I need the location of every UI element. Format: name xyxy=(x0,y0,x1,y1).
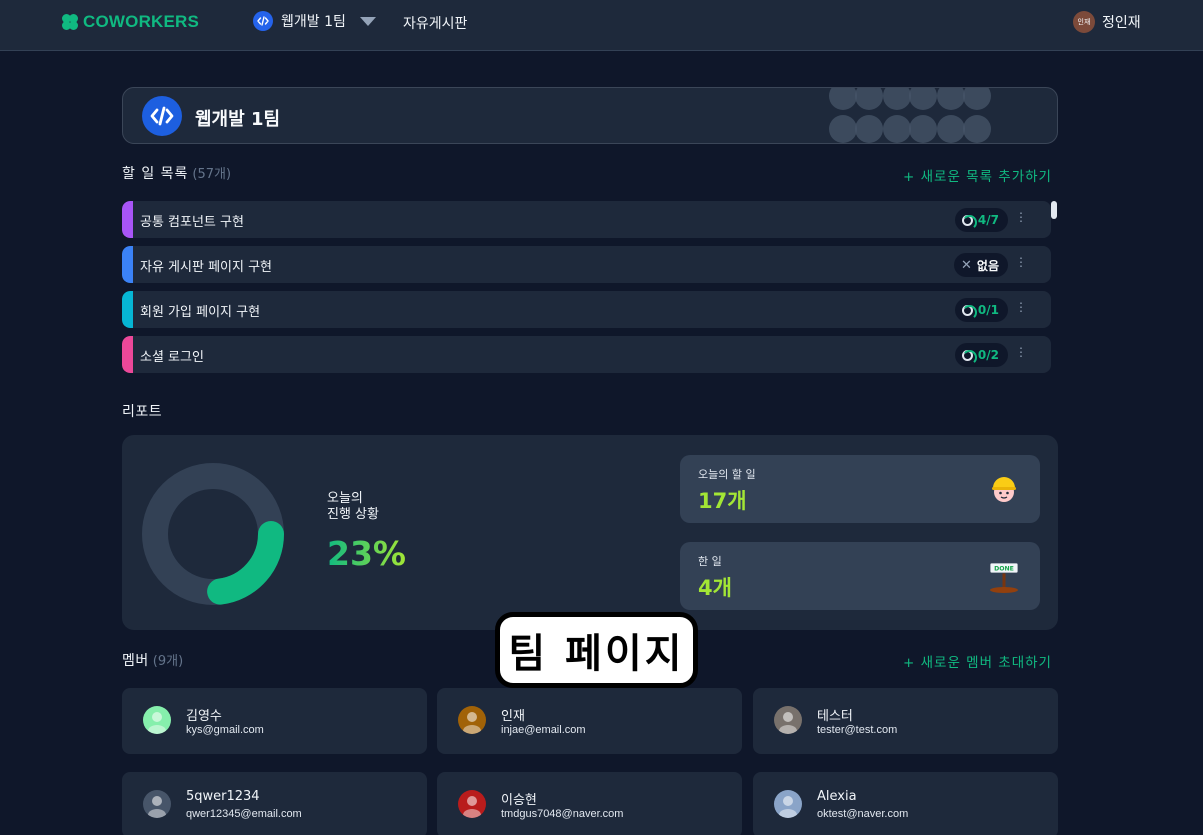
members-title: 멤버 xyxy=(122,653,149,669)
task-list-scrollbar[interactable] xyxy=(1051,201,1057,219)
task-label: 공통 컴포넌트 구현 xyxy=(140,215,244,230)
task-list-item[interactable]: 공통 컴포넌트 구현 4/7 ⋮ xyxy=(122,201,1051,238)
today-tasks-card: 오늘의 할 일 17개 xyxy=(680,455,1040,523)
code-icon xyxy=(253,11,273,31)
team-name: 웹개발 1팀 xyxy=(281,14,346,30)
member-card[interactable]: 테스터 tester@test.com xyxy=(753,688,1058,754)
team-selector[interactable]: 웹개발 1팀 xyxy=(253,11,376,31)
brand-name: COWORKERS xyxy=(83,12,200,31)
task-progress-text: 없음 xyxy=(976,258,999,273)
avatar: 인재 xyxy=(1073,11,1095,33)
progress-label-line2: 진행 상황 xyxy=(327,507,379,522)
member-email: tmdgus7048@naver.com xyxy=(501,808,624,820)
task-label: 자유 게시판 페이지 구현 xyxy=(140,260,272,275)
task-progress-badge: 4/7 xyxy=(954,208,1008,232)
progress-ring-icon xyxy=(961,304,977,320)
close-icon: ✕ xyxy=(961,257,972,273)
task-progress-badge: ✕ 없음 xyxy=(954,253,1008,277)
avatar xyxy=(774,706,802,734)
page-title: 웹개발 1팀 xyxy=(195,109,281,130)
task-label: 회원 가입 페이지 구현 xyxy=(140,305,261,320)
task-list-heading: 할 일 목록 (57개) xyxy=(122,163,231,183)
progress-label-line1: 오늘의 xyxy=(327,491,363,506)
top-nav: COWORKERS 웹개발 1팀 자유게시판 인재 정인재 xyxy=(0,0,1203,51)
code-icon xyxy=(142,96,182,136)
progress-percent: 23% xyxy=(327,533,447,581)
task-progress-badge: 0/2 xyxy=(954,343,1008,367)
done-tasks-label: 한 일 xyxy=(698,555,722,568)
report-heading: 리포트 xyxy=(122,404,163,420)
member-card[interactable]: 5qwer1234 qwer12345@email.com xyxy=(122,772,427,835)
more-options-icon[interactable]: ⋮ xyxy=(1015,256,1027,268)
member-card[interactable]: Alexia oktest@naver.com xyxy=(753,772,1058,835)
done-sign-icon: DONE xyxy=(989,562,1019,593)
invite-member-button[interactable]: + 새로운 멤버 초대하기 xyxy=(903,651,1052,671)
team-header-card: 웹개발 1팀 xyxy=(122,87,1058,144)
member-email: qwer12345@email.com xyxy=(186,808,302,820)
done-tasks-value: 4개 xyxy=(698,576,732,600)
free-board-link[interactable]: 자유게시판 xyxy=(403,13,467,33)
today-tasks-label: 오늘의 할 일 xyxy=(698,468,756,481)
more-options-icon[interactable]: ⋮ xyxy=(1015,346,1027,358)
task-list-count: (57개) xyxy=(192,167,232,182)
member-email: tester@test.com xyxy=(817,724,898,736)
member-name: 김영수 xyxy=(186,709,222,724)
task-progress-text: 0/1 xyxy=(977,303,999,317)
progress-percent-text: 23% xyxy=(327,534,406,573)
task-list-item[interactable]: 회원 가입 페이지 구현 0/1 ⋮ xyxy=(122,291,1051,328)
members-heading: 멤버 (9개) xyxy=(122,650,183,670)
task-color-bar xyxy=(122,291,133,328)
avatar xyxy=(458,706,486,734)
member-email: oktest@naver.com xyxy=(817,808,909,820)
task-progress-text: 4/7 xyxy=(977,213,999,227)
svg-text:23%: 23% xyxy=(327,534,406,573)
member-name: 테스터 xyxy=(817,709,853,724)
progress-donut xyxy=(142,463,284,605)
task-list-item[interactable]: 소셜 로그인 0/2 ⋮ xyxy=(122,336,1051,373)
member-card[interactable]: 인재 injae@email.com xyxy=(437,688,742,754)
done-tasks-card: 한 일 4개 DONE xyxy=(680,542,1040,610)
today-tasks-value: 17개 xyxy=(698,489,747,513)
member-card[interactable]: 김영수 kys@gmail.com xyxy=(122,688,427,754)
member-name: 인재 xyxy=(501,709,525,724)
user-menu[interactable]: 인재 정인재 xyxy=(1073,11,1141,33)
task-label: 소셜 로그인 xyxy=(140,350,204,365)
more-options-icon[interactable]: ⋮ xyxy=(1015,301,1027,313)
progress-ring-icon xyxy=(961,214,977,230)
avatar xyxy=(774,790,802,818)
add-list-button[interactable]: + 새로운 목록 추가하기 xyxy=(903,165,1052,185)
task-color-bar xyxy=(122,336,133,373)
svg-text:DONE: DONE xyxy=(994,566,1014,573)
member-name: 5qwer1234 xyxy=(186,789,260,804)
avatar xyxy=(143,790,171,818)
member-card[interactable]: 이승현 tmdgus7048@naver.com xyxy=(437,772,742,835)
chevron-down-icon[interactable] xyxy=(359,16,376,26)
task-list-item[interactable]: 자유 게시판 페이지 구현 ✕ 없음 ⋮ xyxy=(122,246,1051,283)
member-email: kys@gmail.com xyxy=(186,724,264,736)
task-list-title: 할 일 목록 xyxy=(122,166,189,182)
task-list: 공통 컴포넌트 구현 4/7 ⋮ 자유 게시판 페이지 구현 ✕ 없음 ⋮ 회원 가입 페이지… xyxy=(122,201,1051,381)
user-name: 정인재 xyxy=(1102,15,1141,31)
task-color-bar xyxy=(122,246,133,283)
report-panel: 오늘의 진행 상황 23% 오늘의 할 일 17개 한 일 4개 DONE xyxy=(122,435,1058,630)
progress-label: 오늘의 진행 상황 xyxy=(327,491,379,523)
task-progress-text: 0/2 xyxy=(977,348,999,362)
task-color-bar xyxy=(122,201,133,238)
brand-logo[interactable]: COWORKERS xyxy=(62,12,199,32)
task-progress-badge: 0/1 xyxy=(954,298,1008,322)
members-count: (9개) xyxy=(152,654,184,669)
avatar xyxy=(458,790,486,818)
decorative-pattern xyxy=(829,88,994,143)
member-name: 이승현 xyxy=(501,793,537,808)
progress-ring-icon xyxy=(961,349,977,365)
more-options-icon[interactable]: ⋮ xyxy=(1015,211,1027,223)
worker-icon xyxy=(992,477,1016,502)
member-email: injae@email.com xyxy=(501,724,586,736)
page-caption: 팀 페이지 xyxy=(495,612,698,688)
avatar xyxy=(143,706,171,734)
member-name: Alexia xyxy=(817,789,857,804)
clover-icon xyxy=(62,14,78,30)
